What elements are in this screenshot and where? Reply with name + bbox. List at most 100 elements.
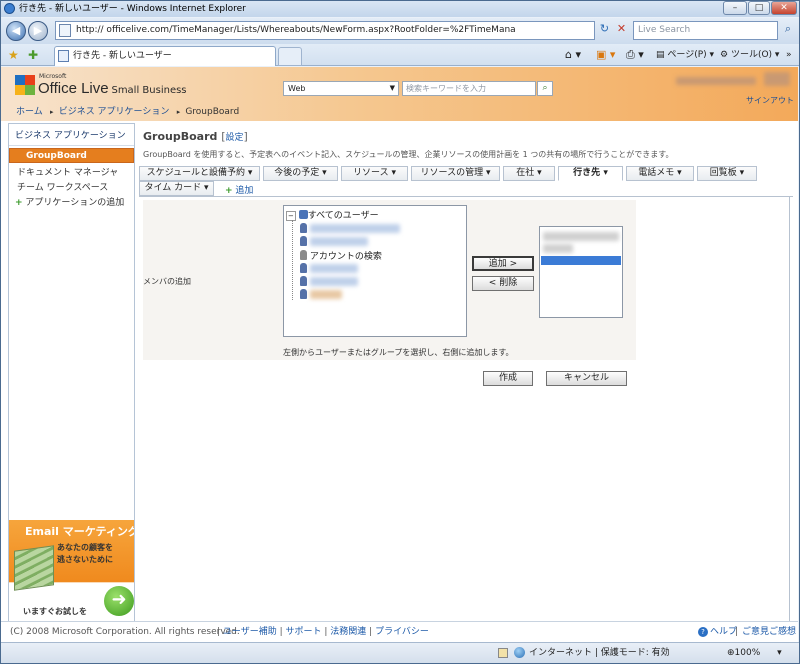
- lock-icon: [498, 648, 508, 658]
- feedback-link[interactable]: ご意見ご感想: [742, 622, 796, 642]
- promo-cta: いますぐお試しを: [23, 607, 87, 616]
- tree-account-search[interactable]: アカウントの検索: [300, 249, 382, 262]
- chevron-down-icon: ▾: [537, 168, 542, 178]
- search-scope-select[interactable]: Web ▼: [283, 81, 399, 96]
- page-menu[interactable]: ▤ ページ(P) ▾: [656, 48, 714, 62]
- address-input[interactable]: http:// officelive.com/TimeManager/Lists…: [55, 21, 595, 40]
- settings-link[interactable]: 設定: [226, 133, 244, 143]
- user-name: [676, 77, 756, 85]
- page-description: GroupBoard を使用すると、予定表へのイベント記入、スケジュールの管理、…: [143, 150, 674, 159]
- promo-line1: あなたの顧客を: [57, 543, 113, 552]
- site-search-input[interactable]: 検索キーワードを入力: [402, 81, 536, 96]
- chevron-more-icon[interactable]: »: [786, 48, 792, 62]
- home-icon[interactable]: ⌂ ▾: [565, 48, 581, 62]
- breadcrumb-separator-icon: ▸: [45, 108, 56, 116]
- sidebar-item-team-workspace[interactable]: チーム ワークスペース: [9, 178, 134, 193]
- tab-upcoming[interactable]: 今後の予定 ▾: [263, 166, 338, 181]
- tab-in-office[interactable]: 在社 ▾: [503, 166, 555, 181]
- content-divider: [139, 196, 793, 197]
- breadcrumb-home[interactable]: ホーム: [16, 107, 43, 117]
- chevron-down-icon: ▾: [603, 168, 608, 178]
- footer-links: | ユーザー補助 | サポート | 法務関連 | プライバシー: [217, 627, 429, 637]
- help-link[interactable]: ヘルプ: [710, 622, 737, 642]
- close-button[interactable]: ✕: [771, 1, 797, 15]
- content-right-border: [789, 196, 790, 621]
- chevron-down-icon: ▾: [204, 183, 209, 193]
- tab-resources[interactable]: リソース ▾: [341, 166, 408, 181]
- create-button[interactable]: 作成: [483, 371, 533, 386]
- tools-menu[interactable]: ⚙ ツール(O) ▾: [720, 48, 779, 62]
- remove-member-button[interactable]: < 削除: [472, 276, 534, 291]
- breadcrumb-business-apps[interactable]: ビジネス アプリケーション: [59, 107, 170, 117]
- tab-phone-memo[interactable]: 電話メモ ▾: [626, 166, 694, 181]
- live-search-input[interactable]: Live Search: [633, 21, 778, 40]
- maximize-button[interactable]: □: [748, 1, 770, 15]
- plus-icon: +: [15, 198, 23, 208]
- footer-link-accessibility[interactable]: ユーザー補助: [223, 627, 277, 637]
- user-search-icon: [300, 250, 307, 260]
- logo-sub-text: Small Business: [111, 85, 187, 96]
- zoom-control[interactable]: ⊕100% ▾: [727, 643, 782, 663]
- signout-link[interactable]: サインアウト: [746, 95, 794, 106]
- selected-members-list[interactable]: [539, 226, 623, 318]
- tree-user-1[interactable]: [310, 224, 400, 233]
- tab-resource-management[interactable]: リソースの管理 ▾: [411, 166, 500, 181]
- tree-user-5[interactable]: [310, 290, 342, 299]
- back-button[interactable]: ◀: [6, 21, 26, 41]
- sidebar-item-document-manager[interactable]: ドキュメント マネージャ: [9, 163, 134, 178]
- tree-account-search-label: アカウントの検索: [309, 252, 382, 262]
- logo-main-text: Office Live: [38, 80, 109, 97]
- tree-user-4[interactable]: [310, 277, 358, 286]
- user-icon: [300, 223, 307, 233]
- email-marketing-promo[interactable]: Email マーケティング あなたの顧客を 逃さないために いますぐお試しを ➜: [9, 520, 134, 623]
- user-tree[interactable]: − すべてのユーザー アカウントの検索: [283, 205, 467, 337]
- web-page: Microsoft Office Live Small Business Web…: [1, 67, 798, 642]
- tab-schedule[interactable]: スケジュールと設備予約 ▾: [139, 166, 260, 181]
- security-zone[interactable]: インターネット | 保護モード: 有効: [529, 643, 670, 663]
- cancel-button[interactable]: キャンセル: [546, 371, 627, 386]
- promo-title: Email マーケティング: [25, 525, 134, 538]
- search-scope-value: Web: [288, 84, 306, 93]
- money-stack-icon: [14, 545, 54, 591]
- print-icon[interactable]: ⎙ ▾: [626, 48, 644, 62]
- user-icon: [300, 236, 307, 246]
- tree-user-3[interactable]: [310, 264, 358, 273]
- tab-circular[interactable]: 回覧板 ▾: [697, 166, 757, 181]
- favorites-star-icon[interactable]: ★: [8, 48, 19, 62]
- page-title-text: GroupBoard: [143, 130, 218, 143]
- zoom-icon: ⊕: [727, 648, 735, 658]
- forward-button[interactable]: ▶: [28, 21, 48, 41]
- chevron-down-icon: ▾: [739, 168, 745, 178]
- selected-member-2[interactable]: [543, 244, 573, 253]
- tab-whereabouts[interactable]: 行き先 ▾: [558, 166, 623, 181]
- tools-menu-label: ツール(O): [730, 50, 773, 60]
- site-search-button[interactable]: ⌕: [537, 81, 553, 96]
- add-tab-label: 追加: [235, 186, 254, 196]
- users-group-icon: [298, 210, 308, 219]
- footer-link-support[interactable]: サポート: [286, 627, 322, 637]
- tab-current[interactable]: 行き先 - 新しいユーザー: [54, 46, 276, 66]
- feeds-icon[interactable]: ▣ ▾: [596, 48, 615, 62]
- refresh-icon[interactable]: ↻: [597, 22, 612, 39]
- search-icon[interactable]: ⌕: [780, 22, 796, 39]
- selected-member-highlight[interactable]: [541, 256, 621, 265]
- sidebar-item-groupboard[interactable]: GroupBoard: [9, 148, 134, 163]
- tab-whereabouts-label: 行き先: [573, 168, 601, 178]
- tab-timecard[interactable]: タイム カード ▾: [139, 181, 214, 196]
- chevron-down-icon: ▾: [322, 168, 327, 178]
- minimize-button[interactable]: –: [723, 1, 747, 15]
- selected-member-1[interactable]: [543, 232, 619, 241]
- footer-link-legal[interactable]: 法務関連: [330, 627, 366, 637]
- stop-icon[interactable]: ✕: [614, 22, 629, 39]
- footer-link-privacy[interactable]: プライバシー: [375, 627, 429, 637]
- add-favorites-icon[interactable]: ✚: [28, 48, 38, 62]
- add-application-link[interactable]: + アプリケーションの追加: [9, 193, 134, 208]
- new-tab-button[interactable]: [278, 47, 302, 66]
- add-member-button[interactable]: 追加 >: [472, 256, 534, 271]
- logo-office-live[interactable]: Office Live Small Business: [38, 80, 187, 97]
- tab-timecard-label: タイム カード: [144, 183, 202, 193]
- add-tab-link[interactable]: + 追加: [225, 183, 253, 196]
- ie-icon: [4, 3, 15, 14]
- tree-user-2[interactable]: [310, 237, 368, 246]
- status-bar: インターネット | 保護モード: 有効 ⊕100% ▾: [1, 642, 799, 663]
